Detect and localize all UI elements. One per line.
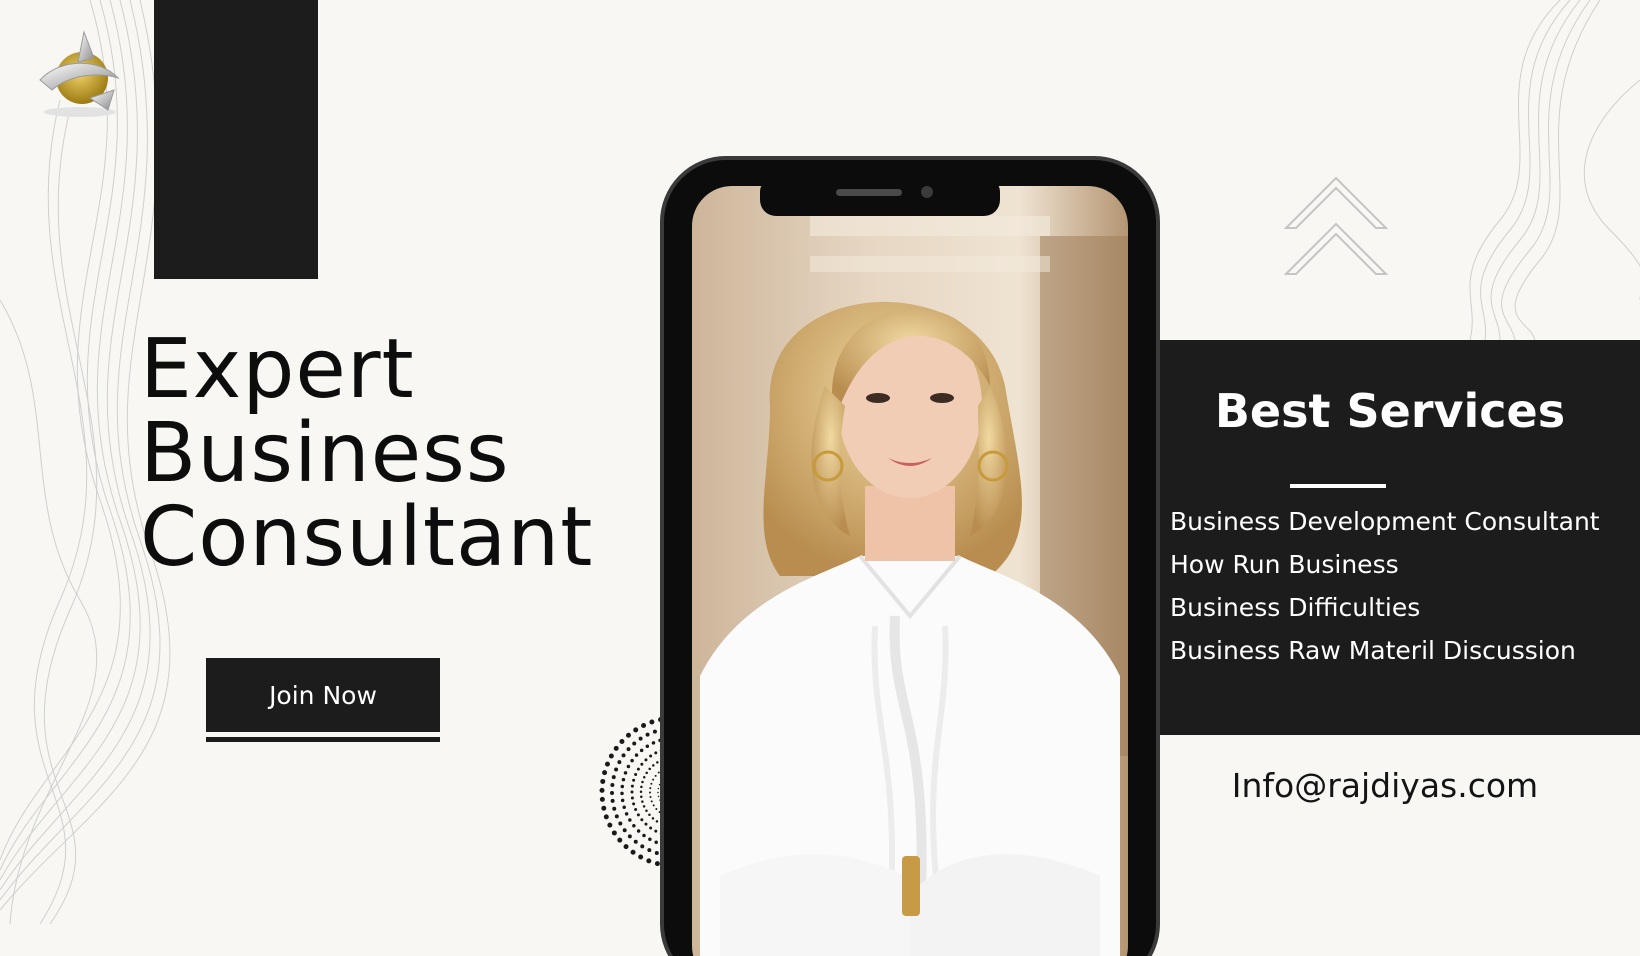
join-now-label: Join Now	[269, 680, 377, 710]
services-list: Business Development Consultant How Run …	[1170, 500, 1600, 672]
service-item: Business Development Consultant	[1170, 507, 1600, 536]
decorative-waves-right	[1469, 0, 1640, 341]
phone-mockup	[660, 156, 1160, 956]
join-now-button[interactable]: Join Now	[206, 658, 440, 732]
service-item: Business Difficulties	[1170, 593, 1421, 622]
services-panel: Best Services Business Development Consu…	[1160, 340, 1640, 735]
services-divider	[1290, 484, 1386, 488]
service-item: How Run Business	[1170, 550, 1399, 579]
headline-line-1: Expert	[140, 322, 415, 417]
headline-line-2: Business	[140, 406, 510, 501]
decorative-black-block	[154, 0, 318, 279]
contact-email[interactable]: Info@rajdiyas.com	[1160, 766, 1610, 805]
services-title: Best Services	[1214, 384, 1566, 438]
headline-line-3: Consultant	[140, 490, 594, 585]
join-button-underline	[206, 737, 440, 742]
service-item: Business Raw Materil Discussion	[1170, 636, 1576, 665]
double-chevron-up-icon	[1284, 176, 1388, 275]
brand-logo	[39, 30, 120, 117]
headline: Expert Business Consultant	[140, 328, 593, 580]
